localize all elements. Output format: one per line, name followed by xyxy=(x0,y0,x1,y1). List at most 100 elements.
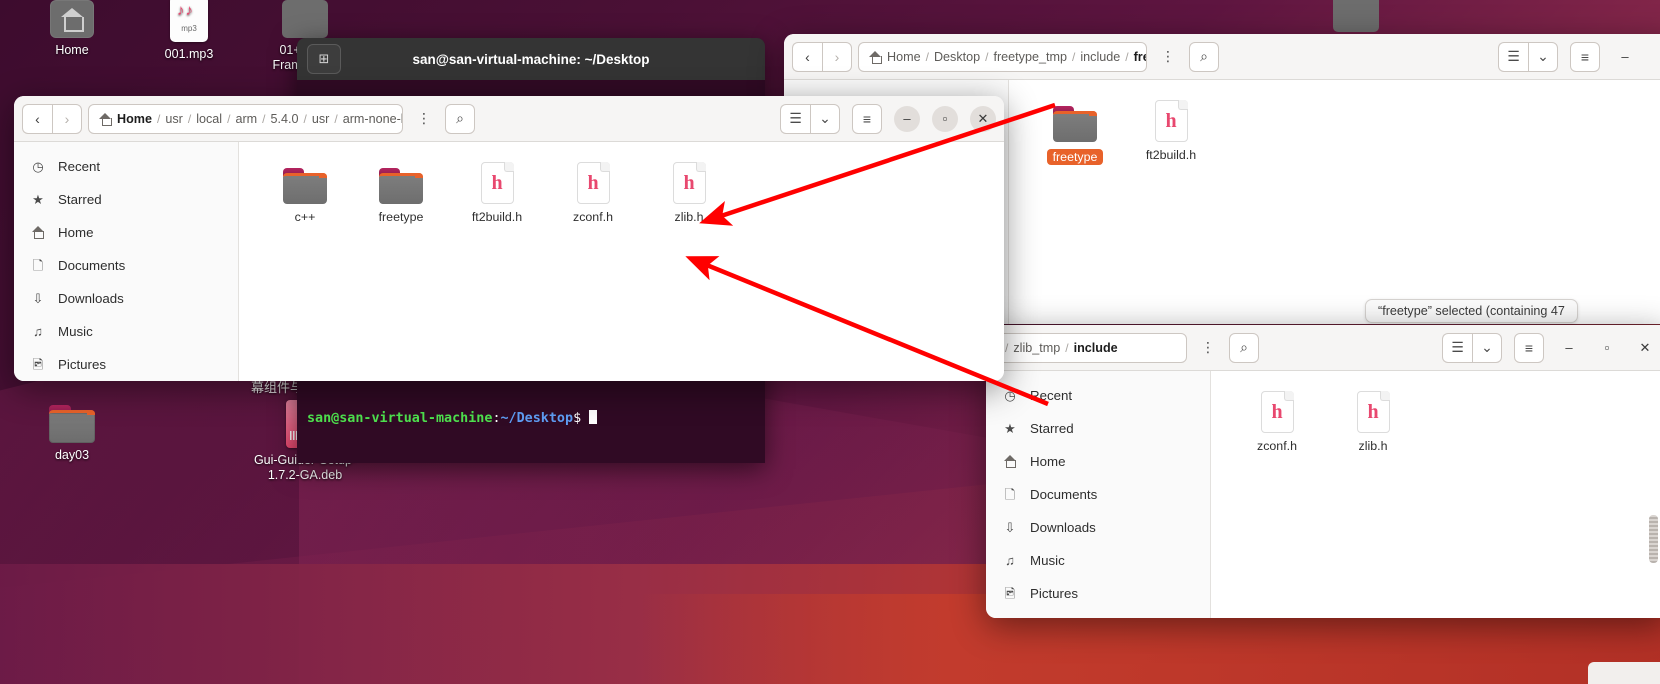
file-item-cpp[interactable]: c++ xyxy=(259,158,351,224)
breadcrumb-item[interactable]: usr xyxy=(312,112,330,126)
back-button[interactable]: ‹ xyxy=(22,103,52,134)
file-item-ft2build-h[interactable]: h ft2build.h xyxy=(451,158,543,224)
terminal-titlebar[interactable]: ⊞ san@san-virtual-machine: ~/Desktop xyxy=(297,38,765,80)
folder-icon xyxy=(355,158,447,204)
sidebar-item-starred[interactable]: ★ Starred xyxy=(14,183,238,216)
file-item-freetype[interactable]: freetype xyxy=(355,158,447,224)
file-manager-window-zlib[interactable]: / zlib_tmp / include ⋮ ⌕ ☰ ⌄ ≡ – ▫ ✕ ◷ R… xyxy=(986,325,1660,618)
file-grid-pane[interactable]: c++ freetype h ft2build.h h zconf.h h zl… xyxy=(239,142,1004,381)
breadcrumb[interactable]: / zlib_tmp / include xyxy=(994,332,1187,363)
breadcrumb-item[interactable]: zlib_tmp xyxy=(1013,341,1060,355)
mp3-badge-label: mp3 xyxy=(181,24,197,33)
minimize-icon[interactable]: – xyxy=(1556,335,1582,361)
hamburger-menu-icon[interactable]: ≡ xyxy=(852,103,882,134)
breadcrumb-item[interactable]: arm-none-linux-gnueabi xyxy=(343,112,402,126)
close-icon[interactable]: ✕ xyxy=(970,105,996,132)
view-mode-switcher[interactable]: ☰ ⌄ xyxy=(1442,332,1502,363)
kebab-menu-icon[interactable]: ⋮ xyxy=(409,104,439,134)
new-tab-icon[interactable]: ⊞ xyxy=(307,44,341,74)
maximize-icon[interactable]: ▫ xyxy=(932,105,958,132)
breadcrumb-separator: / xyxy=(334,111,338,126)
chevron-down-icon[interactable]: ⌄ xyxy=(810,103,840,134)
breadcrumb-item-current[interactable]: include xyxy=(1074,341,1118,355)
minimize-icon[interactable]: – xyxy=(1612,44,1638,70)
file-item-zlib-h[interactable]: h zlib.h xyxy=(1327,387,1419,453)
breadcrumb-item-current[interactable]: freetype2 xyxy=(1134,50,1146,64)
view-mode-switcher[interactable]: ☰ ⌄ xyxy=(1498,41,1558,72)
scrollbar-thumb[interactable] xyxy=(1649,515,1658,563)
window-body: ◷ Recent ★ Starred Home 🗋 Documents ⇩ Do… xyxy=(14,142,1004,381)
folder-icon xyxy=(1029,96,1121,142)
minimize-icon[interactable]: – xyxy=(894,105,920,132)
sidebar-item-music[interactable]: ♫ Music xyxy=(14,315,238,348)
desktop-icon-unnamed[interactable] xyxy=(1300,0,1412,37)
star-icon: ★ xyxy=(1004,421,1016,436)
view-list-icon[interactable]: ☰ xyxy=(1498,41,1528,72)
chevron-down-icon[interactable]: ⌄ xyxy=(1472,332,1502,363)
sidebar-item-downloads[interactable]: ⇩ Downloads xyxy=(14,282,238,315)
search-icon[interactable]: ⌕ xyxy=(445,103,475,134)
file-item-zconf-h[interactable]: h zconf.h xyxy=(547,158,639,224)
navigation-buttons[interactable]: ‹ › xyxy=(792,41,852,72)
file-manager-window-include[interactable]: ‹ › Home / usr / local / arm / 5.4.0 / u… xyxy=(14,96,1004,381)
sidebar-item-recent[interactable]: ◷ Recent xyxy=(986,379,1210,412)
file-grid-pane[interactable]: h zconf.h h zlib.h xyxy=(1211,371,1660,618)
breadcrumb-item[interactable]: arm xyxy=(235,112,257,126)
hamburger-menu-icon[interactable]: ≡ xyxy=(1514,332,1544,363)
kebab-menu-icon[interactable]: ⋮ xyxy=(1153,42,1183,72)
navigation-buttons[interactable]: ‹ › xyxy=(22,103,82,134)
back-button[interactable]: ‹ xyxy=(792,41,822,72)
view-mode-switcher[interactable]: ☰ ⌄ xyxy=(780,103,840,134)
file-item-zlib-h[interactable]: h zlib.h xyxy=(643,158,735,224)
breadcrumb[interactable]: Home / usr / local / arm / 5.4.0 / usr /… xyxy=(88,103,403,134)
desktop-icon-001-mp3[interactable]: ♪♪ mp3 001.mp3 xyxy=(133,0,245,62)
sidebar-item-music[interactable]: ♫ Music xyxy=(986,544,1210,577)
sidebar-item-downloads[interactable]: ⇩ Downloads xyxy=(986,511,1210,544)
view-list-icon[interactable]: ☰ xyxy=(1442,332,1472,363)
sidebar-item-pictures[interactable]: 🖻 Pictures xyxy=(14,348,238,381)
view-list-icon[interactable]: ☰ xyxy=(780,103,810,134)
breadcrumb-item[interactable]: freetype_tmp xyxy=(993,50,1067,64)
tray-chip[interactable] xyxy=(1588,662,1660,684)
header-file-icon: h xyxy=(1327,387,1419,433)
sidebar-item-starred[interactable]: ★ Starred xyxy=(986,412,1210,445)
hamburger-menu-icon[interactable]: ≡ xyxy=(1570,41,1600,72)
breadcrumb[interactable]: Home / Desktop / freetype_tmp / include … xyxy=(858,41,1147,72)
breadcrumb-item[interactable]: Home xyxy=(117,112,152,126)
breadcrumb-item[interactable]: include xyxy=(1080,50,1120,64)
file-grid-pane[interactable]: freetype h ft2build.h xyxy=(1009,80,1660,324)
forward-button[interactable]: › xyxy=(822,41,852,72)
home-icon[interactable]: Home xyxy=(869,50,921,64)
file-item-freetype[interactable]: freetype xyxy=(1029,96,1121,166)
sidebar-item-label: Recent xyxy=(1030,388,1073,403)
sidebar-item-documents[interactable]: 🗋 Documents xyxy=(986,478,1210,511)
sidebar-item-home[interactable]: Home xyxy=(986,445,1210,478)
breadcrumb-item[interactable]: Desktop xyxy=(934,50,980,64)
close-icon[interactable]: ✕ xyxy=(1632,335,1658,361)
search-icon[interactable]: ⌕ xyxy=(1229,332,1259,363)
maximize-icon[interactable]: ▫ xyxy=(1594,335,1620,361)
forward-button[interactable]: › xyxy=(52,103,82,134)
sidebar-item-documents[interactable]: 🗋 Documents xyxy=(14,249,238,282)
sidebar[interactable]: ◷ Recent ★ Starred Home 🗋 Documents ⇩ Do… xyxy=(14,142,239,381)
breadcrumb-item[interactable]: usr xyxy=(165,112,183,126)
breadcrumb-item[interactable]: 5.4.0 xyxy=(270,112,298,126)
kebab-menu-icon[interactable]: ⋮ xyxy=(1193,333,1223,363)
sidebar-item-home[interactable]: Home xyxy=(14,216,238,249)
maximize-icon[interactable]: ▫ xyxy=(1650,44,1660,70)
chevron-down-icon[interactable]: ⌄ xyxy=(1528,41,1558,72)
search-icon[interactable]: ⌕ xyxy=(1189,41,1219,72)
sidebar-item-recent[interactable]: ◷ Recent xyxy=(14,150,238,183)
file-item-ft2build-h[interactable]: h ft2build.h xyxy=(1125,96,1217,166)
file-item-zconf-h[interactable]: h zconf.h xyxy=(1231,387,1323,453)
breadcrumb-separator: / xyxy=(1065,340,1069,355)
header-file-icon: h xyxy=(451,158,543,204)
file-grid: freetype h ft2build.h xyxy=(1009,96,1660,180)
breadcrumb-item[interactable]: Home xyxy=(887,50,921,64)
sidebar-item-pictures[interactable]: 🖻 Pictures xyxy=(986,577,1210,610)
home-icon[interactable]: Home xyxy=(99,112,152,126)
desktop-icon-home[interactable]: Home xyxy=(16,0,128,58)
breadcrumb-item[interactable]: local xyxy=(196,112,222,126)
sidebar[interactable]: ◷ Recent ★ Starred Home 🗋 Documents ⇩ Do… xyxy=(986,371,1211,618)
desktop-icon-day03[interactable]: day03 xyxy=(16,405,128,463)
